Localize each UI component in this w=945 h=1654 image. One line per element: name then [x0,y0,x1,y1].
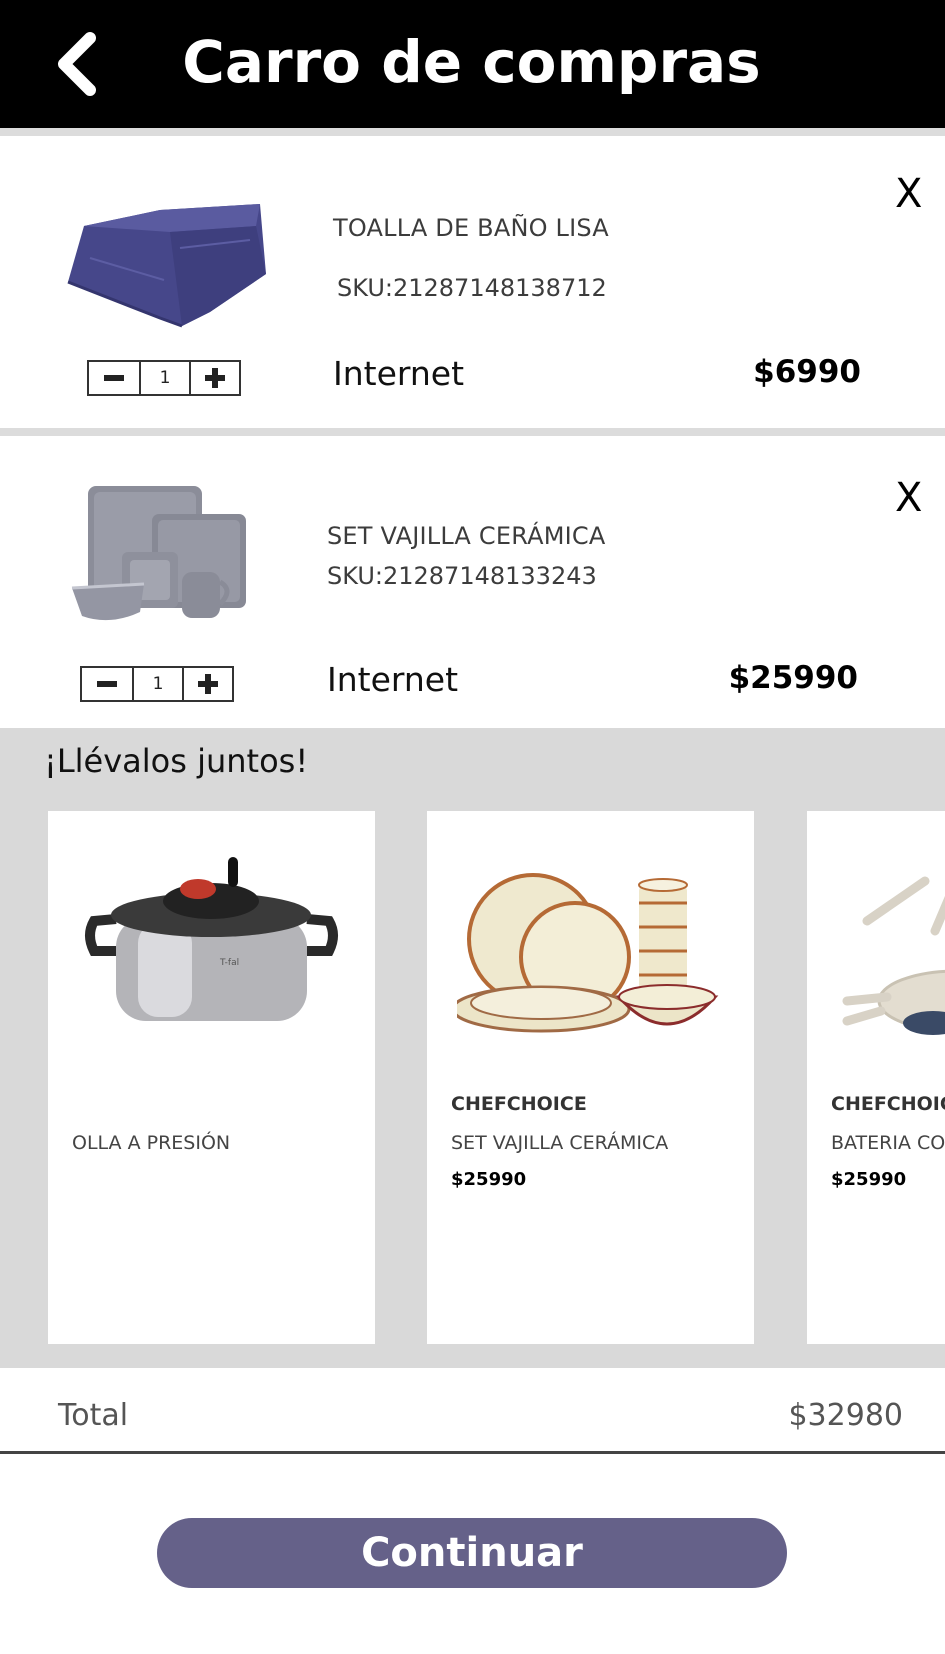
item-name: SET VAJILLA CERÁMICA [327,522,606,550]
product-brand: CHEFCHOICE [831,1093,945,1115]
item-price: $6990 [753,354,861,390]
product-name: BATERIA COCINA [831,1132,945,1154]
product-card[interactable]: T-fal OLLA A PRESIÓN [48,811,375,1344]
total-value: $32980 [788,1398,903,1433]
increase-quantity-button[interactable] [182,668,232,700]
quantity-value: 1 [132,668,182,700]
quantity-value: 1 [139,362,189,394]
item-name: TOALLA DE BAÑO LISA [333,214,609,242]
product-price: $25990 [831,1169,907,1190]
increase-quantity-button[interactable] [189,362,239,394]
product-price: $25990 [451,1169,527,1190]
product-image-dinner-set [451,851,724,1051]
item-price: $25990 [728,660,858,696]
item-sku: SKU:21287148133243 [327,562,597,590]
remove-item-button[interactable]: X [895,478,922,518]
app-header: Carro de compras [0,0,945,128]
cart-item: X 1 TOALLA DE BAÑO LISA SKU:212871481387… [0,136,945,428]
product-image-dinnerware [70,484,250,628]
bundle-section: ¡Llévalos juntos! T-fal OLLA A PRESIÓN C… [0,728,945,1368]
product-image-cookware-set [837,851,945,1051]
divider [0,428,945,436]
divider [0,128,945,136]
quantity-stepper: 1 [87,360,241,396]
svg-text:T-fal: T-fal [219,958,239,968]
continue-button[interactable]: Continuar [157,1518,787,1588]
plus-icon [205,368,225,388]
item-channel: Internet [333,354,465,393]
plus-icon [198,674,218,694]
product-card[interactable]: CHEFCHOICE BATERIA COCINA $25990 [807,811,945,1344]
page-title: Carro de compras [182,28,761,96]
item-channel: Internet [327,660,459,699]
product-card[interactable]: CHEFCHOICE SET VAJILLA CERÁMICA $25990 [427,811,754,1344]
minus-icon [104,375,124,381]
quantity-stepper: 1 [80,666,234,702]
product-name: OLLA A PRESIÓN [72,1132,231,1154]
minus-icon [97,681,117,687]
remove-item-button[interactable]: X [895,174,922,214]
product-image-towel [60,196,275,331]
total-label: Total [58,1398,129,1433]
cart-item: X 1 SET VAJILLA CERÁMICA SKU:21287148133… [0,436,945,728]
item-sku: SKU:21287148138712 [337,274,607,302]
decrease-quantity-button[interactable] [82,668,132,700]
product-name: SET VAJILLA CERÁMICA [451,1132,669,1154]
total-row: Total $32980 [0,1368,945,1454]
decrease-quantity-button[interactable] [89,362,139,394]
product-brand: CHEFCHOICE [451,1093,587,1115]
bundle-title: ¡Llévalos juntos! [44,742,309,780]
product-image-pressure-cooker: T-fal [78,851,345,1051]
